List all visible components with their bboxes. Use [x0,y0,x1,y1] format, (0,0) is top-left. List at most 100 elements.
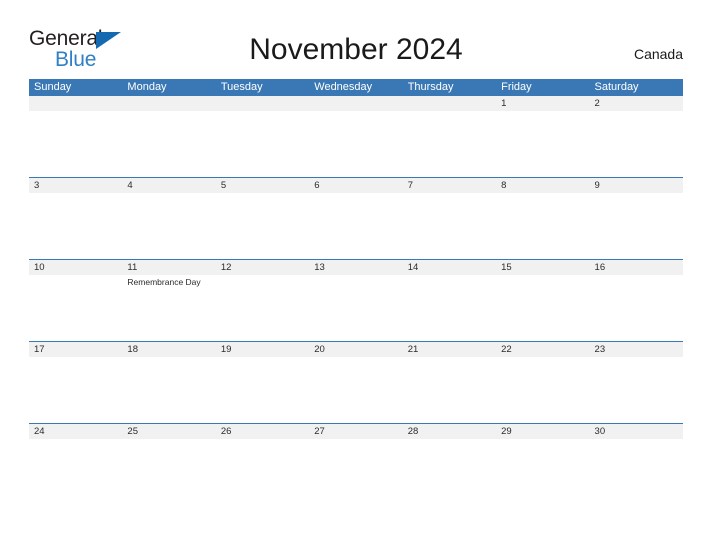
day-cell[interactable] [309,439,402,505]
day-cell[interactable] [29,275,122,341]
day-cell[interactable] [403,439,496,505]
calendar-week-row: 12 [29,96,683,177]
day-cell[interactable] [496,439,589,505]
day-cell[interactable] [122,439,215,505]
day-cell[interactable] [122,357,215,423]
day-cell[interactable] [309,111,402,177]
day-cell[interactable] [309,357,402,423]
day-number[interactable]: 14 [403,260,496,275]
day-cell[interactable] [29,111,122,177]
calendar-week-row: 24 25 26 27 28 29 30 [29,423,683,505]
day-number[interactable]: 2 [590,96,683,111]
day-events-band [29,357,683,423]
day-cell[interactable] [29,439,122,505]
weekday-header-sunday: Sunday [34,81,72,93]
country-label: Canada [633,46,683,62]
day-cell[interactable] [216,439,309,505]
weekday-header-monday: Monday [127,81,167,93]
weekday-header-friday: Friday [501,81,532,93]
day-cell[interactable] [29,357,122,423]
day-cell[interactable] [309,193,402,259]
page-header: General Blue November 2024 Canada [0,0,712,71]
day-number-band: 10 11 12 13 14 15 16 [29,260,683,275]
day-number[interactable]: 7 [403,178,496,193]
day-number[interactable]: 10 [29,260,122,275]
day-number[interactable]: 25 [122,424,215,439]
day-cell[interactable] [216,111,309,177]
day-number[interactable]: 22 [496,342,589,357]
calendar-week-row: 17 18 19 20 21 22 23 [29,341,683,423]
day-number[interactable]: 13 [309,260,402,275]
calendar-page: General Blue November 2024 Canada Sunday… [0,0,712,550]
calendar-grid: Sunday Monday Tuesday Wednesday Thursday Frid… [29,79,683,505]
day-number[interactable]: 9 [590,178,683,193]
day-number[interactable]: 17 [29,342,122,357]
day-cell[interactable] [590,357,683,423]
day-cell[interactable] [403,111,496,177]
day-cell[interactable] [590,275,683,341]
day-cell[interactable] [496,111,589,177]
day-cell[interactable] [309,275,402,341]
weekday-header-row: Sunday Monday Tuesday Wednesday Thursday Frid… [29,79,683,96]
day-number[interactable]: 19 [216,342,309,357]
day-cell[interactable] [29,193,122,259]
day-number-band: 24 25 26 27 28 29 30 [29,424,683,439]
day-cell[interactable] [122,111,215,177]
page-title: November 2024 [249,33,463,66]
day-number[interactable]: 1 [496,96,589,111]
day-number[interactable]: 20 [309,342,402,357]
day-number[interactable]: 5 [216,178,309,193]
day-number-empty [122,96,215,111]
day-cell[interactable] [403,357,496,423]
day-number[interactable]: 27 [309,424,402,439]
calendar-week-row: 3456789 [29,177,683,259]
calendar-week-row: 10 11 12 13 14 15 16 Remembrance Day [29,259,683,341]
day-number[interactable]: 21 [403,342,496,357]
day-events-band: Remembrance Day [29,275,683,341]
day-number-band: 12 [29,96,683,111]
day-number-empty [216,96,309,111]
day-events-band [29,439,683,505]
weekday-header-thursday: Thursday [407,81,454,93]
day-number[interactable]: 29 [496,424,589,439]
day-cell[interactable] [403,275,496,341]
day-number[interactable]: 4 [122,178,215,193]
day-number[interactable]: 12 [216,260,309,275]
day-cell[interactable] [590,193,683,259]
day-number[interactable]: 6 [309,178,402,193]
weekday-header-saturday: Saturday [594,81,639,93]
day-number[interactable]: 8 [496,178,589,193]
calendar-weeks: 1 2 3 4 5 6 7 8 9 10 11 12 13 14 15 16 Remembrance Day 17… [29,96,683,505]
day-number-empty [29,96,122,111]
day-cell[interactable] [496,357,589,423]
day-cell[interactable] [496,275,589,341]
day-events-band [29,111,683,177]
day-number-band: 3456789 [29,178,683,193]
day-cell[interactable] [216,357,309,423]
day-number[interactable]: 28 [403,424,496,439]
day-number[interactable]: 15 [496,260,589,275]
day-cell[interactable]: Remembrance Day [122,275,215,341]
weekday-header-wednesday: Wednesday [314,81,373,93]
day-cell[interactable] [403,193,496,259]
day-number[interactable]: 30 [590,424,683,439]
day-events-band [29,193,683,259]
day-cell[interactable] [216,275,309,341]
day-cell[interactable] [496,193,589,259]
day-number[interactable]: 16 [590,260,683,275]
day-number-empty [403,96,496,111]
weekday-header-tuesday: Tuesday [220,81,263,93]
day-number[interactable]: 23 [590,342,683,357]
day-cell[interactable] [122,193,215,259]
day-cell[interactable] [216,193,309,259]
day-number[interactable]: 26 [216,424,309,439]
day-number-band: 17 18 19 20 21 22 23 [29,342,683,357]
event-label: Remembrance Day [127,277,201,287]
day-number-empty [309,96,402,111]
day-number[interactable]: 24 [29,424,122,439]
day-number[interactable]: 3 [29,178,122,193]
day-number[interactable]: 18 [122,342,215,357]
day-cell[interactable] [590,111,683,177]
day-cell[interactable] [590,439,683,505]
day-number[interactable]: 11 [122,260,215,275]
